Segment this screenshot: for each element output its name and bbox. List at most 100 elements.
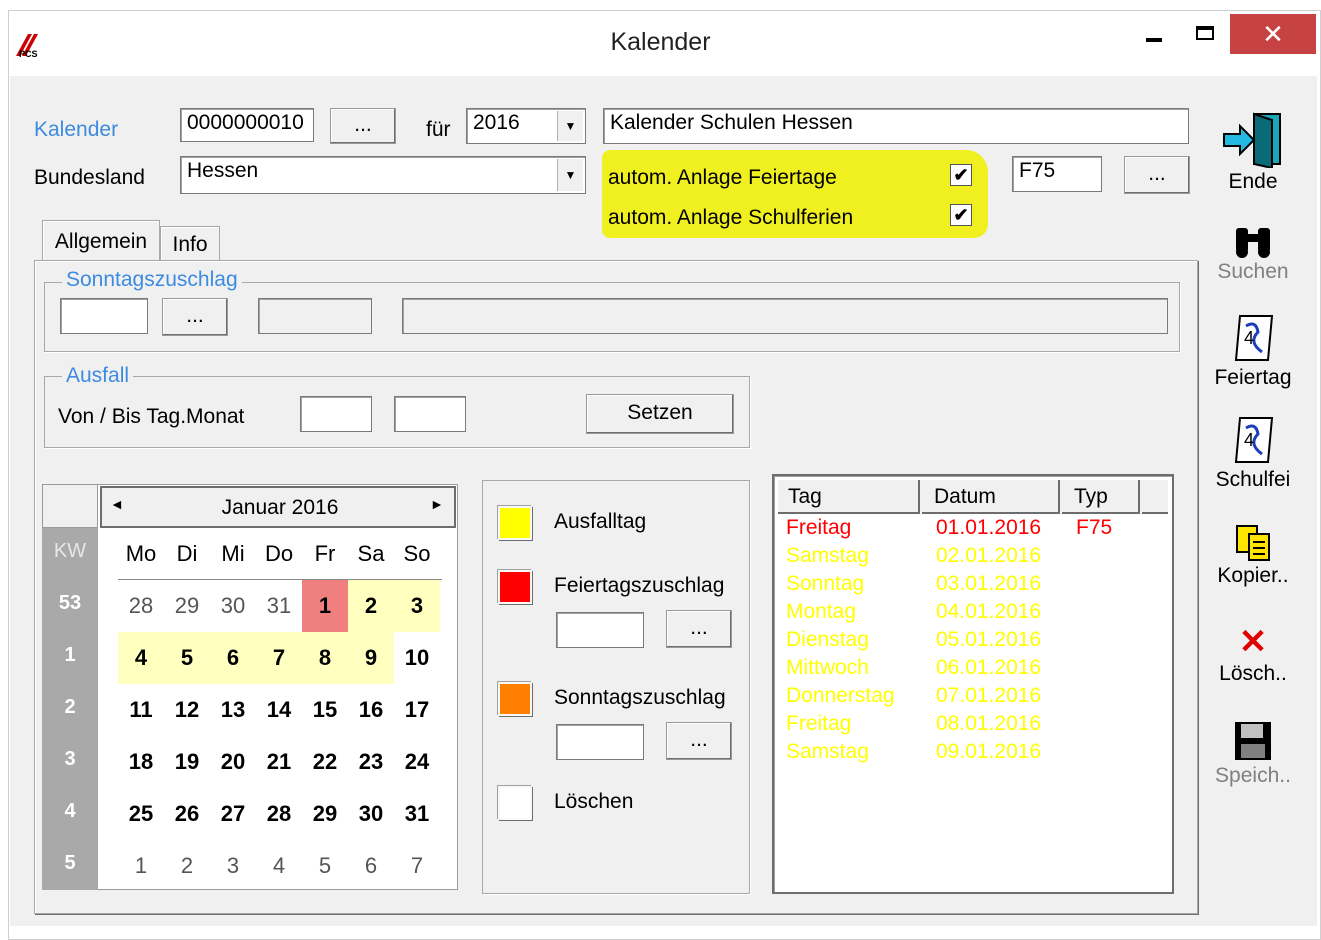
- loeschen-swatch[interactable]: [498, 786, 532, 820]
- calendar-day[interactable]: 19: [164, 736, 210, 788]
- sonntag-browse-button[interactable]: ...: [162, 298, 228, 336]
- loeschen-button[interactable]: ✕ Lösch..: [1208, 624, 1298, 686]
- list-header-datum[interactable]: Datum: [922, 480, 1060, 514]
- calendar-day[interactable]: 11: [118, 684, 164, 736]
- schulferien-button[interactable]: 4 Schulfei: [1208, 414, 1298, 492]
- list-cell-typ[interactable]: F75: [1076, 516, 1112, 540]
- calendar-day[interactable]: 3: [210, 840, 256, 892]
- calendar-day[interactable]: 8: [302, 632, 348, 684]
- ausfalltag-swatch[interactable]: [498, 506, 532, 540]
- list-cell-tag[interactable]: Dienstag: [786, 628, 869, 652]
- kalender-browse-button[interactable]: ...: [330, 108, 396, 144]
- ende-button[interactable]: Ende: [1208, 110, 1298, 194]
- list-cell-datum[interactable]: 08.01.2016: [936, 712, 1041, 736]
- sonntag-code-field[interactable]: [60, 298, 148, 334]
- list-cell-tag[interactable]: Sonntag: [786, 572, 864, 596]
- ausfall-von-field[interactable]: [300, 396, 372, 432]
- calendar-day[interactable]: 31: [394, 788, 440, 840]
- calendar-day[interactable]: 29: [164, 580, 210, 632]
- calendar-day[interactable]: 6: [210, 632, 256, 684]
- sonntag-zuschlag-field[interactable]: [556, 724, 644, 760]
- bundesland-select[interactable]: Hessen ▼: [180, 156, 586, 194]
- list-cell-datum[interactable]: 09.01.2016: [936, 740, 1041, 764]
- list-cell-datum[interactable]: 05.01.2016: [936, 628, 1041, 652]
- prev-month-button[interactable]: ◄: [110, 496, 124, 512]
- close-button[interactable]: ✕: [1230, 14, 1316, 54]
- list-cell-tag[interactable]: Freitag: [786, 516, 851, 540]
- list-cell-tag[interactable]: Samstag: [786, 544, 869, 568]
- list-cell-tag[interactable]: Donnerstag: [786, 684, 895, 708]
- sonntag-zuschlag-browse-button[interactable]: ...: [666, 722, 732, 760]
- calendar-day[interactable]: 21: [256, 736, 302, 788]
- feiertag-button[interactable]: 4 Feiertag: [1208, 312, 1298, 390]
- calendar-day[interactable]: 16: [348, 684, 394, 736]
- calendar-day[interactable]: 4: [256, 840, 302, 892]
- feiertage-checkbox[interactable]: ✔: [950, 164, 972, 186]
- calendar-day[interactable]: 25: [118, 788, 164, 840]
- calendar-day[interactable]: 5: [164, 632, 210, 684]
- kalender-label[interactable]: Kalender: [34, 118, 118, 142]
- calendar-day[interactable]: 5: [302, 840, 348, 892]
- description-field[interactable]: Kalender Schulen Hessen: [603, 108, 1189, 144]
- calendar-day[interactable]: 31: [256, 580, 302, 632]
- minimize-button[interactable]: [1134, 24, 1184, 54]
- calendar-day[interactable]: 15: [302, 684, 348, 736]
- calendar-day[interactable]: 10: [394, 632, 440, 684]
- next-month-button[interactable]: ►: [430, 496, 444, 512]
- calendar-day[interactable]: 9: [348, 632, 394, 684]
- list-cell-datum[interactable]: 04.01.2016: [936, 600, 1041, 624]
- calendar-day[interactable]: 27: [210, 788, 256, 840]
- list-cell-datum[interactable]: 03.01.2016: [936, 572, 1041, 596]
- kalender-field[interactable]: 0000000010: [180, 108, 314, 142]
- list-cell-tag[interactable]: Samstag: [786, 740, 869, 764]
- feiertag-zuschlag-browse-button[interactable]: ...: [666, 610, 732, 648]
- calendar-day[interactable]: 24: [394, 736, 440, 788]
- calendar-day[interactable]: 18: [118, 736, 164, 788]
- calendar-day[interactable]: 29: [302, 788, 348, 840]
- calendar-day[interactable]: 30: [348, 788, 394, 840]
- list-header-tag[interactable]: Tag: [778, 480, 920, 514]
- setzen-button[interactable]: Setzen: [586, 394, 734, 434]
- chevron-down-icon[interactable]: ▼: [557, 111, 583, 141]
- calendar-day[interactable]: 2: [164, 840, 210, 892]
- list-cell-datum[interactable]: 02.01.2016: [936, 544, 1041, 568]
- schulferien-checkbox[interactable]: ✔: [950, 204, 972, 226]
- list-cell-datum[interactable]: 01.01.2016: [936, 516, 1041, 540]
- calendar-day[interactable]: 20: [210, 736, 256, 788]
- calendar-day[interactable]: 17: [394, 684, 440, 736]
- calendar-day[interactable]: 12: [164, 684, 210, 736]
- calendar-day[interactable]: 26: [164, 788, 210, 840]
- maximize-button[interactable]: [1182, 18, 1232, 48]
- feiertag-swatch[interactable]: [498, 570, 532, 604]
- list-cell-tag[interactable]: Montag: [786, 600, 856, 624]
- chevron-down-icon[interactable]: ▼: [557, 159, 583, 191]
- speichern-button[interactable]: Speich..: [1208, 720, 1298, 788]
- list-cell-datum[interactable]: 07.01.2016: [936, 684, 1041, 708]
- calendar-day[interactable]: 2: [348, 580, 394, 632]
- calendar-day[interactable]: 7: [394, 840, 440, 892]
- suchen-button[interactable]: Suchen: [1208, 222, 1298, 284]
- calendar-day[interactable]: 14: [256, 684, 302, 736]
- calendar-day[interactable]: 23: [348, 736, 394, 788]
- calendar-day[interactable]: 28: [118, 580, 164, 632]
- calendar-day[interactable]: 22: [302, 736, 348, 788]
- tab-info[interactable]: Info: [160, 226, 220, 262]
- year-select[interactable]: 2016 ▼: [466, 108, 586, 144]
- calendar-day[interactable]: 1: [302, 580, 348, 632]
- calendar-day[interactable]: 30: [210, 580, 256, 632]
- feiertage-browse-button[interactable]: ...: [1124, 156, 1190, 194]
- feiertag-zuschlag-field[interactable]: [556, 612, 644, 648]
- sonntag-swatch[interactable]: [498, 682, 532, 716]
- list-header-typ[interactable]: Typ: [1062, 480, 1140, 514]
- calendar-day[interactable]: 13: [210, 684, 256, 736]
- calendar-day[interactable]: 4: [118, 632, 164, 684]
- ausfall-bis-field[interactable]: [394, 396, 466, 432]
- feiertage-code-field[interactable]: F75: [1012, 156, 1102, 192]
- list-cell-tag[interactable]: Mittwoch: [786, 656, 869, 680]
- list-cell-datum[interactable]: 06.01.2016: [936, 656, 1041, 680]
- calendar-day[interactable]: 28: [256, 788, 302, 840]
- calendar-day[interactable]: 7: [256, 632, 302, 684]
- calendar-day[interactable]: 3: [394, 580, 440, 632]
- calendar-day[interactable]: 6: [348, 840, 394, 892]
- kopieren-button[interactable]: Kopier..: [1208, 524, 1298, 588]
